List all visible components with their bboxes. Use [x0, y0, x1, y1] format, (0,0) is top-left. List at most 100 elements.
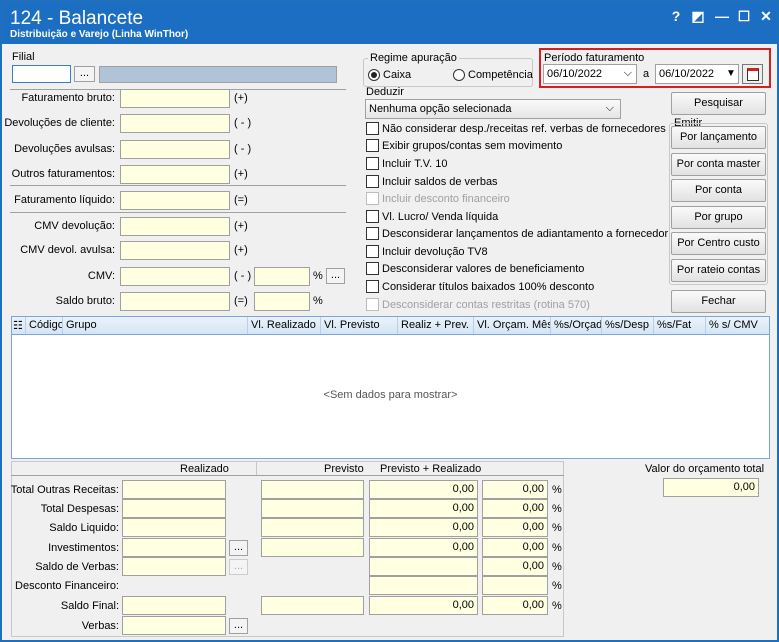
orcamento-label: Valor do orçamento total — [645, 463, 765, 475]
sign: (=) — [234, 295, 248, 307]
periodo-sep: a — [643, 68, 650, 80]
restore-icon[interactable]: ◩ — [690, 8, 706, 25]
checkbox-vl-lucro[interactable]: Vl. Lucro/ Venda líquida — [366, 210, 498, 223]
realizado-field — [122, 480, 226, 499]
col-vl-realizado[interactable]: Vl. Realizado — [248, 317, 321, 334]
outros-faturamentos-label: Outros faturamentos: — [11, 168, 115, 180]
previsto-field — [261, 480, 364, 499]
col-pct-cmv[interactable]: % s/ CMV — [706, 317, 763, 334]
prev-real-field: 0,00 — [369, 596, 478, 615]
title-bar: 124 - Balancete Distribuição e Varejo (L… — [2, 2, 777, 44]
checkbox-incluir-tv10[interactable]: Incluir T.V. 10 — [366, 157, 447, 170]
pct-symbol: % — [552, 561, 562, 573]
saldo-verbas-label: Saldo de Verbas: — [35, 561, 119, 573]
col-pct-orcad[interactable]: %s/Orçad — [551, 317, 602, 334]
verbas-more-button[interactable]: ... — [229, 618, 248, 634]
saldo-bruto-field — [120, 292, 230, 311]
filial-label: Filial — [12, 51, 35, 63]
por-grupo-button[interactable]: Por grupo — [671, 206, 766, 229]
prev-real-field: 0,00 — [369, 480, 478, 499]
checkbox-label: Vl. Lucro/ Venda líquida — [382, 210, 499, 223]
col-pct-fat[interactable]: %s/Fat — [654, 317, 706, 334]
col-pct-desp[interactable]: %s/Desp — [602, 317, 654, 334]
periodo-from-value: 06/10/2022 — [547, 68, 603, 80]
radio-competencia[interactable]: Competência — [453, 69, 533, 81]
pct-symbol: % — [313, 270, 323, 282]
help-icon[interactable]: ? — [668, 8, 684, 24]
checkbox-box — [366, 210, 379, 223]
checkbox-box — [366, 175, 379, 188]
checkbox-box — [366, 192, 379, 205]
por-lancamento-button[interactable]: Por lançamento — [671, 126, 766, 149]
checkbox-incluir-devolucao-tv8[interactable]: Incluir devolução TV8 — [366, 245, 488, 258]
results-grid[interactable]: ☷ Código Grupo Vl. Realizado Vl. Previst… — [11, 316, 770, 459]
col-realiz-prev[interactable]: Realiz + Prev. — [398, 317, 474, 334]
outros-faturamentos-field — [120, 165, 230, 184]
cmv-devolucao-field — [120, 217, 230, 236]
prev-real-field — [369, 576, 478, 595]
devolucoes-cliente-field — [120, 114, 230, 133]
checkbox-nao-considerar-desp[interactable]: Não considerar desp./receitas ref. verba… — [366, 122, 666, 135]
pct-field: 0,00 — [482, 557, 548, 576]
total-outras-receitas-label: Total Outras Receitas: — [10, 484, 119, 496]
grid-settings-icon[interactable]: ☷ — [12, 317, 26, 334]
col-grupo[interactable]: Grupo — [63, 317, 248, 334]
radio-caixa[interactable]: Caixa — [368, 69, 411, 81]
divider — [11, 475, 564, 476]
filial-code-input[interactable] — [12, 65, 71, 83]
checkbox-box — [366, 139, 379, 152]
periodo-from-input[interactable]: 06/10/2022 ⌵ — [543, 64, 637, 84]
pct-field — [482, 576, 548, 595]
saldo-liquido-label: Saldo Liquido: — [49, 522, 119, 534]
col-vl-previsto[interactable]: Vl. Previsto — [321, 317, 398, 334]
col-vl-orcam-mes[interactable]: Vl. Orçam. Mês — [474, 317, 551, 334]
chevron-down-icon[interactable]: ⌵ — [624, 67, 632, 80]
calendar-icon[interactable] — [742, 64, 763, 84]
por-conta-master-button[interactable]: Por conta master — [671, 153, 766, 176]
minimize-icon[interactable]: — — [714, 8, 730, 24]
regime-title: Regime apuração — [368, 52, 459, 64]
checkbox-label: Desconsiderar contas restritas (rotina 5… — [382, 298, 590, 311]
checkbox-box — [366, 280, 379, 293]
filial-search-button[interactable]: ... — [74, 66, 95, 82]
dropdown-arrow-icon[interactable]: ▼ — [724, 66, 738, 82]
checkbox-exibir-grupos[interactable]: Exibir grupos/contas sem movimento — [366, 139, 562, 152]
fechar-button[interactable]: Fechar — [671, 290, 766, 313]
prev-real-field — [369, 557, 478, 576]
col-codigo[interactable]: Código — [26, 317, 63, 334]
prev-real-field: 0,00 — [369, 518, 478, 537]
investimentos-more-button[interactable]: ... — [229, 540, 248, 556]
checkbox-label: Desconsiderar lançamentos de adiantament… — [382, 227, 669, 240]
pct-symbol: % — [552, 600, 562, 612]
checkbox-desconsiderar-beneficiamento[interactable]: Desconsiderar valores de beneficiamento — [366, 262, 584, 275]
sign: ( - ) — [234, 117, 252, 129]
por-conta-button[interactable]: Por conta — [671, 179, 766, 202]
checkbox-label: Incluir desconto financeiro — [382, 192, 510, 205]
realizado-field — [122, 616, 226, 635]
cmv-label: CMV: — [87, 270, 115, 282]
pct-symbol: % — [552, 484, 562, 496]
chevron-down-icon[interactable]: ⌵ — [606, 102, 614, 115]
checkbox-label: Exibir grupos/contas sem movimento — [382, 139, 563, 152]
previsto-field — [261, 518, 364, 537]
window-subtitle: Distribuição e Varejo (Linha WinThor) — [10, 29, 189, 40]
checkbox-box — [366, 157, 379, 170]
realizado-field — [122, 538, 226, 557]
realizado-field — [122, 557, 226, 576]
app-window: 124 - Balancete Distribuição e Varejo (L… — [0, 0, 779, 642]
pesquisar-button[interactable]: Pesquisar — [671, 92, 766, 115]
checkbox-box — [366, 262, 379, 275]
cmv-more-button[interactable]: ... — [326, 268, 345, 284]
divider — [10, 212, 346, 213]
por-rateio-contas-button[interactable]: Por rateio contas — [671, 259, 766, 282]
por-centro-custo-button[interactable]: Por Centro custo — [671, 232, 766, 255]
filial-name-field — [99, 66, 337, 83]
checkbox-label: Incluir saldos de verbas — [382, 175, 498, 188]
checkbox-considerar-titulos[interactable]: Considerar títulos baixados 100% descont… — [366, 280, 594, 293]
checkbox-incluir-saldos-verbas[interactable]: Incluir saldos de verbas — [366, 175, 498, 188]
sign: ( - ) — [234, 143, 252, 155]
close-icon[interactable]: ✕ — [758, 8, 774, 25]
checkbox-desconsiderar-adiantamento[interactable]: Desconsiderar lançamentos de adiantament… — [366, 227, 668, 240]
maximize-icon[interactable]: ☐ — [736, 8, 752, 25]
deduzir-select[interactable]: Nenhuma opção selecionada ⌵ — [365, 99, 621, 119]
